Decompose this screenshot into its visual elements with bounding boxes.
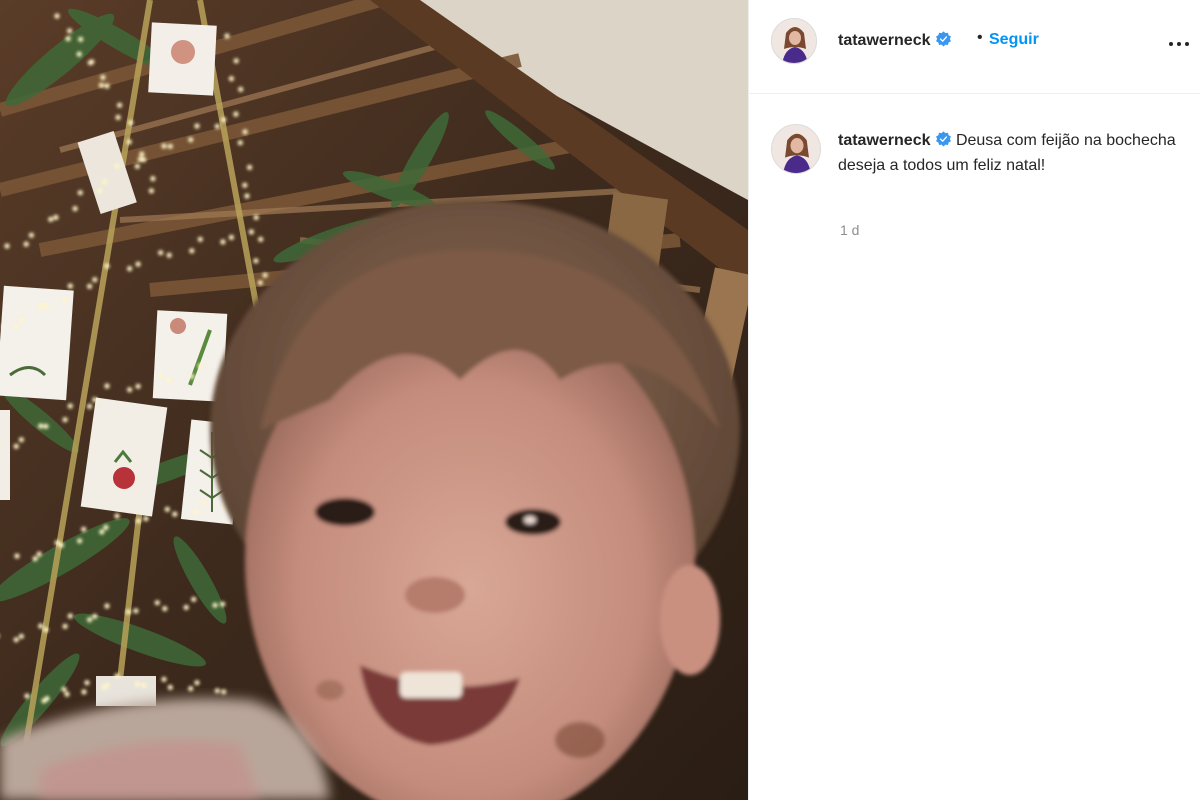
more-options-icon[interactable] bbox=[1169, 42, 1189, 48]
header-username-text[interactable]: tatawerneck bbox=[838, 32, 931, 49]
caption-avatar[interactable] bbox=[771, 124, 821, 174]
post-header: tatawerneck • Seguir bbox=[749, 0, 1200, 94]
caption-username[interactable]: tatawerneck bbox=[838, 132, 931, 149]
child-christmas-photo bbox=[0, 0, 748, 800]
separator-dot: • bbox=[977, 29, 983, 46]
post-sidebar: tatawerneck • Seguir tatawerneck Deusa c… bbox=[748, 0, 1200, 800]
post-photo[interactable] bbox=[0, 0, 748, 800]
verified-badge-icon bbox=[935, 131, 951, 147]
post-timestamp[interactable]: 1 d bbox=[840, 222, 859, 238]
instagram-post: tatawerneck • Seguir tatawerneck Deusa c… bbox=[0, 0, 1200, 800]
post-caption: tatawerneck Deusa com feijão na bochecha… bbox=[838, 128, 1178, 178]
user-avatar[interactable] bbox=[771, 18, 817, 64]
verified-badge-icon bbox=[935, 31, 951, 47]
header-username[interactable]: tatawerneck bbox=[838, 31, 952, 50]
follow-button[interactable]: Seguir bbox=[989, 31, 1039, 49]
